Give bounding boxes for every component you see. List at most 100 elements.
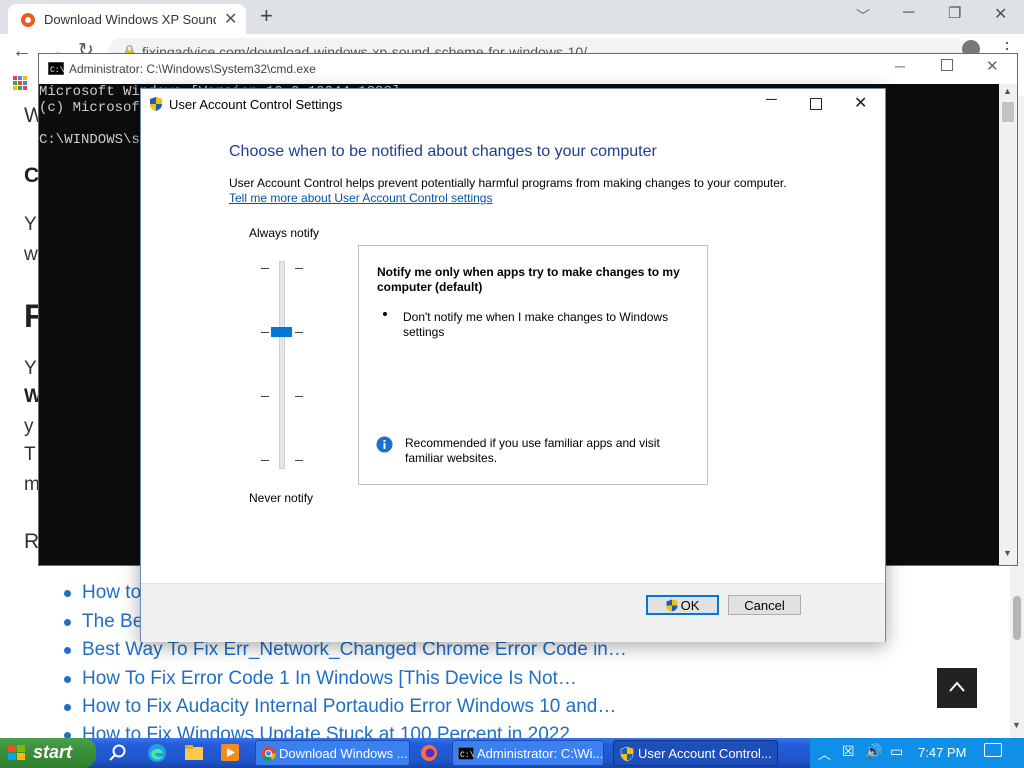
info-bullet-text: Don't notify me when I make changes to W… xyxy=(403,310,669,339)
network-icon[interactable]: ☒ xyxy=(842,743,855,760)
volume-icon[interactable]: 🔊 xyxy=(865,743,882,760)
tray-chevron-up-icon[interactable]: ︿ xyxy=(818,744,831,763)
uac-description: User Account Control helps prevent poten… xyxy=(229,176,787,190)
cmd-app-icon: C:\ xyxy=(48,62,64,75)
page-scrollbar-thumb[interactable] xyxy=(1013,596,1021,640)
windows-logo-icon xyxy=(8,745,25,760)
info-recommendation: Recommended if you use familiar apps and… xyxy=(405,436,660,465)
slider-tick xyxy=(261,396,269,397)
uac-learn-more-link[interactable]: Tell me more about User Account Control … xyxy=(229,191,492,205)
slider-thumb[interactable] xyxy=(271,327,292,337)
scroll-down-arrow-icon[interactable]: ▼ xyxy=(1003,548,1012,558)
related-link[interactable]: How To Fix Error Code 1 In Windows [This… xyxy=(82,668,577,690)
related-link[interactable]: How to Fix Audacity Internal Portaudio E… xyxy=(82,696,616,718)
related-link[interactable]: Best Way To Fix Err_Network_Changed Chro… xyxy=(82,639,627,661)
page-text-fragment: w xyxy=(24,244,38,265)
taskbar-item-label: Download Windows ... xyxy=(279,746,408,761)
slider-tick xyxy=(295,332,303,333)
info-title: Notify me only when apps try to make cha… xyxy=(377,265,680,294)
page-heading-fragment: C xyxy=(24,164,40,187)
uac-shield-icon xyxy=(666,599,678,611)
page-text-fragment: y xyxy=(24,416,34,437)
scroll-down-arrow-icon[interactable]: ▼ xyxy=(1012,720,1021,730)
chrome-icon xyxy=(261,746,276,761)
list-bullet xyxy=(64,590,71,597)
list-bullet xyxy=(64,647,71,654)
slider-tick xyxy=(261,268,269,269)
ok-label: OK xyxy=(680,597,700,613)
taskbar-item-uac[interactable]: User Account Control... xyxy=(613,740,778,766)
page-text-fragment: T xyxy=(24,444,36,465)
display-icon[interactable]: ▭ xyxy=(890,743,903,760)
svg-text:C:\: C:\ xyxy=(460,751,474,760)
scroll-up-arrow-icon[interactable]: ▲ xyxy=(1003,86,1012,96)
slider-top-label: Always notify xyxy=(249,226,320,240)
cmd-minimize-icon[interactable]: ─ xyxy=(895,58,905,74)
cmd-scrollbar[interactable]: ▲ ▼ xyxy=(999,84,1017,565)
uac-settings-dialog[interactable]: User Account Control Settings ─ ✕ Choose… xyxy=(140,88,886,642)
cancel-label: Cancel xyxy=(744,597,785,613)
cmd-maximize-icon[interactable] xyxy=(941,59,953,71)
browser-close-icon[interactable]: ✕ xyxy=(994,4,1007,24)
slider-tick xyxy=(261,460,269,461)
browser-restore-icon[interactable]: ❐ xyxy=(948,4,961,22)
start-label: start xyxy=(33,742,73,762)
cmd-scrollbar-thumb[interactable] xyxy=(1002,102,1014,122)
ok-button[interactable]: OK xyxy=(646,595,719,615)
search-icon[interactable] xyxy=(109,744,127,762)
taskbar-item-label: Administrator: C:\Wi... xyxy=(477,746,604,761)
cmd-titlebar[interactable]: C:\ Administrator: C:\Windows\System32\c… xyxy=(39,54,1017,84)
slider-tick xyxy=(261,332,269,333)
uac-shield-icon xyxy=(620,746,634,762)
taskbar-item-chrome[interactable]: Download Windows ... xyxy=(255,740,410,766)
list-bullet xyxy=(64,619,71,626)
scroll-to-top-button[interactable] xyxy=(937,668,977,708)
taskbar-item-label: User Account Control... xyxy=(638,746,772,761)
cancel-button[interactable]: Cancel xyxy=(728,595,801,615)
edge-browser-icon[interactable] xyxy=(147,743,167,763)
start-button[interactable]: start xyxy=(0,738,96,768)
slider-track xyxy=(279,261,285,469)
cmd-title: Administrator: C:\Windows\System32\cmd.e… xyxy=(69,62,316,76)
related-link[interactable]: The Be xyxy=(82,611,143,633)
uac-maximize-icon[interactable] xyxy=(810,98,822,110)
uac-minimize-icon[interactable]: ─ xyxy=(766,91,777,108)
uac-close-icon[interactable]: ✕ xyxy=(854,93,867,113)
clock[interactable]: 7:47 PM xyxy=(918,745,966,760)
info-bullet-dot xyxy=(383,312,387,316)
notification-slider[interactable] xyxy=(261,261,303,471)
back-arrow-icon[interactable]: ← xyxy=(12,40,32,63)
browser-minimize-icon[interactable]: ─ xyxy=(903,4,914,22)
uac-heading: Choose when to be notified about changes… xyxy=(229,143,657,160)
cmd-app-icon: C:\ xyxy=(458,747,474,760)
related-link[interactable]: How to xyxy=(82,582,141,604)
uac-info-box: Notify me only when apps try to make cha… xyxy=(358,245,708,485)
system-tray: ︿ ☒ 🔊 ▭ 7:47 PM xyxy=(810,738,1024,768)
tab-title: Download Windows XP Sound S xyxy=(44,12,216,27)
slider-tick xyxy=(295,460,303,461)
browser-tab-strip: Download Windows XP Sound S ✕ + ﹀ ─ ❐ ✕ xyxy=(0,0,1024,34)
apps-grid-icon[interactable] xyxy=(13,76,27,90)
cmd-close-icon[interactable]: ✕ xyxy=(986,57,999,75)
slider-bottom-label: Never notify xyxy=(249,491,314,505)
info-icon xyxy=(376,436,393,453)
page-text-fragment: Y xyxy=(24,214,37,235)
page-text-fragment: Y xyxy=(24,358,37,379)
page-text-fragment: R xyxy=(24,530,40,553)
tab-close-icon[interactable]: ✕ xyxy=(224,9,237,29)
slider-tick xyxy=(295,268,303,269)
chevron-up-icon xyxy=(949,681,965,692)
file-explorer-icon[interactable] xyxy=(185,745,203,760)
new-tab-button[interactable]: + xyxy=(260,3,273,29)
notification-center-icon[interactable] xyxy=(984,743,1002,757)
uac-window-title: User Account Control Settings xyxy=(169,97,343,112)
firefox-icon[interactable] xyxy=(420,744,438,762)
uac-shield-icon xyxy=(150,97,162,111)
taskbar-item-cmd[interactable]: C:\ Administrator: C:\Wi... xyxy=(452,740,604,766)
uac-footer: OK Cancel xyxy=(141,583,885,642)
site-favicon-icon xyxy=(21,13,35,27)
slider-tick xyxy=(295,396,303,397)
tab-search-chevron-icon[interactable]: ﹀ xyxy=(856,6,870,26)
media-player-icon[interactable] xyxy=(221,744,239,761)
browser-tab[interactable]: Download Windows XP Sound S ✕ xyxy=(8,4,246,34)
